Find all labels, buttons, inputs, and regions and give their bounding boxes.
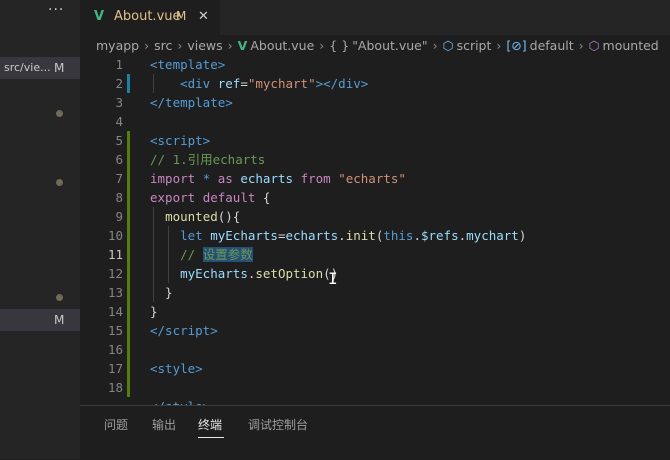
modified-dot-icon <box>56 110 63 117</box>
explorer-sidebar: ··· src/vie... M M <box>0 0 80 459</box>
modified-dot-icon <box>56 294 63 301</box>
line-number: 13 <box>107 285 123 300</box>
code-line: 6 // 1.引用echarts <box>80 150 670 169</box>
code-text: export default { <box>150 190 271 205</box>
cube-icon: ⬡ <box>442 38 454 53</box>
object-icon: { } <box>329 38 350 53</box>
line-number: 18 <box>107 380 123 395</box>
line-number: 16 <box>107 342 123 357</box>
code-text: import * as echarts from "echarts" <box>150 171 406 186</box>
line-number: 11 <box>107 247 123 262</box>
vue-icon: V <box>237 38 248 53</box>
code-text: myEcharts.setOption() <box>180 266 339 281</box>
code-text: // 设置参数 <box>150 247 253 262</box>
editor-tab-bar: V About.vue M ✕ <box>80 0 670 35</box>
code-line: 13 } <box>80 283 670 302</box>
code-text: </template> <box>150 95 233 110</box>
breadcrumb-item-views[interactable]: views <box>187 35 222 57</box>
explorer-item-label: src/vie... <box>4 61 50 74</box>
code-line: 2 <div ref="mychart"></div> <box>80 74 670 93</box>
code-text: mounted(){ <box>165 209 241 224</box>
chevron-right-icon: › <box>578 38 584 53</box>
close-icon[interactable]: ✕ <box>198 0 209 33</box>
breadcrumb-item-myapp[interactable]: myapp <box>96 35 139 57</box>
code-text: } <box>150 285 173 300</box>
chevron-right-icon: › <box>432 38 438 53</box>
code-line: 16 <box>80 340 670 359</box>
code-text: <script> <box>150 133 211 148</box>
tab-problems[interactable]: 问题 <box>104 416 128 433</box>
code-line: 9 mounted(){ <box>80 207 670 226</box>
code-editor[interactable]: 1 <template> 2 <div ref="mychart"></div> … <box>80 55 670 405</box>
code-line: 11 // 设置参数 <box>80 245 670 264</box>
line-number: 17 <box>107 361 123 376</box>
line-number: 8 <box>115 190 123 205</box>
code-line: 12 myEcharts.setOption() <box>80 264 670 283</box>
breadcrumb: myapp › src › views › V About.vue › { } "About.vue… <box>80 35 670 57</box>
explorer-item-src-views[interactable]: src/vie... M <box>0 57 80 79</box>
chevron-right-icon: › <box>496 38 502 53</box>
line-number: 1 <box>115 57 123 72</box>
code-line: </style> <box>80 397 670 405</box>
code-line: 17 <style> <box>80 359 670 378</box>
code-text: let myEcharts=echarts.init(this.$refs.my… <box>180 228 527 243</box>
more-actions-icon[interactable]: ··· <box>48 2 64 18</box>
modified-dot-icon <box>56 179 63 186</box>
code-text: } <box>150 304 158 319</box>
line-number: 5 <box>115 133 123 148</box>
code-line: 10 let myEcharts=echarts.init(this.$refs… <box>80 226 670 245</box>
chevron-right-icon: › <box>177 38 183 53</box>
chevron-right-icon: › <box>319 38 325 53</box>
bottom-panel: 问题 输出 终端 调试控制台 <box>80 405 670 460</box>
chevron-right-icon: › <box>227 38 233 53</box>
code-line: 3 </template> <box>80 93 670 112</box>
breadcrumb-item-src[interactable]: src <box>154 35 172 57</box>
line-number: 2 <box>115 76 123 91</box>
code-line: 5 <script> <box>80 131 670 150</box>
tab-debug-console[interactable]: 调试控制台 <box>248 416 308 433</box>
code-text: </style> <box>150 397 210 405</box>
method-icon: ⬡ <box>588 38 600 53</box>
tab-filename: About.vue <box>114 9 181 24</box>
line-number: 4 <box>115 114 123 129</box>
tab-about-vue[interactable]: V About.vue M ✕ <box>80 0 220 35</box>
code-text: <template> <box>150 57 226 72</box>
code-line: 14} <box>80 302 670 321</box>
line-number: 7 <box>115 171 123 186</box>
code-text: <div ref="mychart"></div> <box>180 76 369 91</box>
line-number: 3 <box>115 95 123 110</box>
breadcrumb-item-default[interactable]: default <box>530 35 574 57</box>
line-number: 9 <box>115 209 123 224</box>
modified-badge: M <box>54 61 65 75</box>
code-text: <style> <box>150 361 203 376</box>
modified-badge: M <box>54 313 65 327</box>
vue-icon: V <box>94 9 105 24</box>
code-line: 4 <box>80 112 670 131</box>
code-text: // 1.引用echarts <box>150 152 266 167</box>
text-cursor-icon: I <box>328 269 338 288</box>
code-line: 18 <box>80 378 670 397</box>
chevron-right-icon: › <box>144 38 150 53</box>
active-tab-indicator <box>198 437 224 438</box>
tab-output[interactable]: 输出 <box>152 416 176 433</box>
breadcrumb-item-script[interactable]: script <box>457 35 492 57</box>
line-number: 6 <box>115 152 123 167</box>
line-number: 10 <box>107 228 123 243</box>
code-line: 8 export default { <box>80 188 670 207</box>
code-line: 15 </script> <box>80 321 670 340</box>
breadcrumb-item-file[interactable]: About.vue <box>250 35 314 57</box>
line-number: 14 <box>107 304 123 319</box>
line-number: 15 <box>107 323 123 338</box>
breadcrumb-item-mounted[interactable]: mounted <box>603 35 659 57</box>
line-number: 12 <box>107 266 123 281</box>
variable-icon: [⊘] <box>506 38 527 53</box>
code-text: </script> <box>150 323 218 338</box>
breadcrumb-item-object[interactable]: "About.vue" <box>352 35 427 57</box>
tab-modified-badge: M <box>176 9 187 23</box>
tab-terminal[interactable]: 终端 <box>198 416 222 433</box>
explorer-item-selected[interactable]: M <box>0 309 80 331</box>
code-line: 1 <template> <box>80 55 670 74</box>
code-line: 7 import * as echarts from "echarts" <box>80 169 670 188</box>
